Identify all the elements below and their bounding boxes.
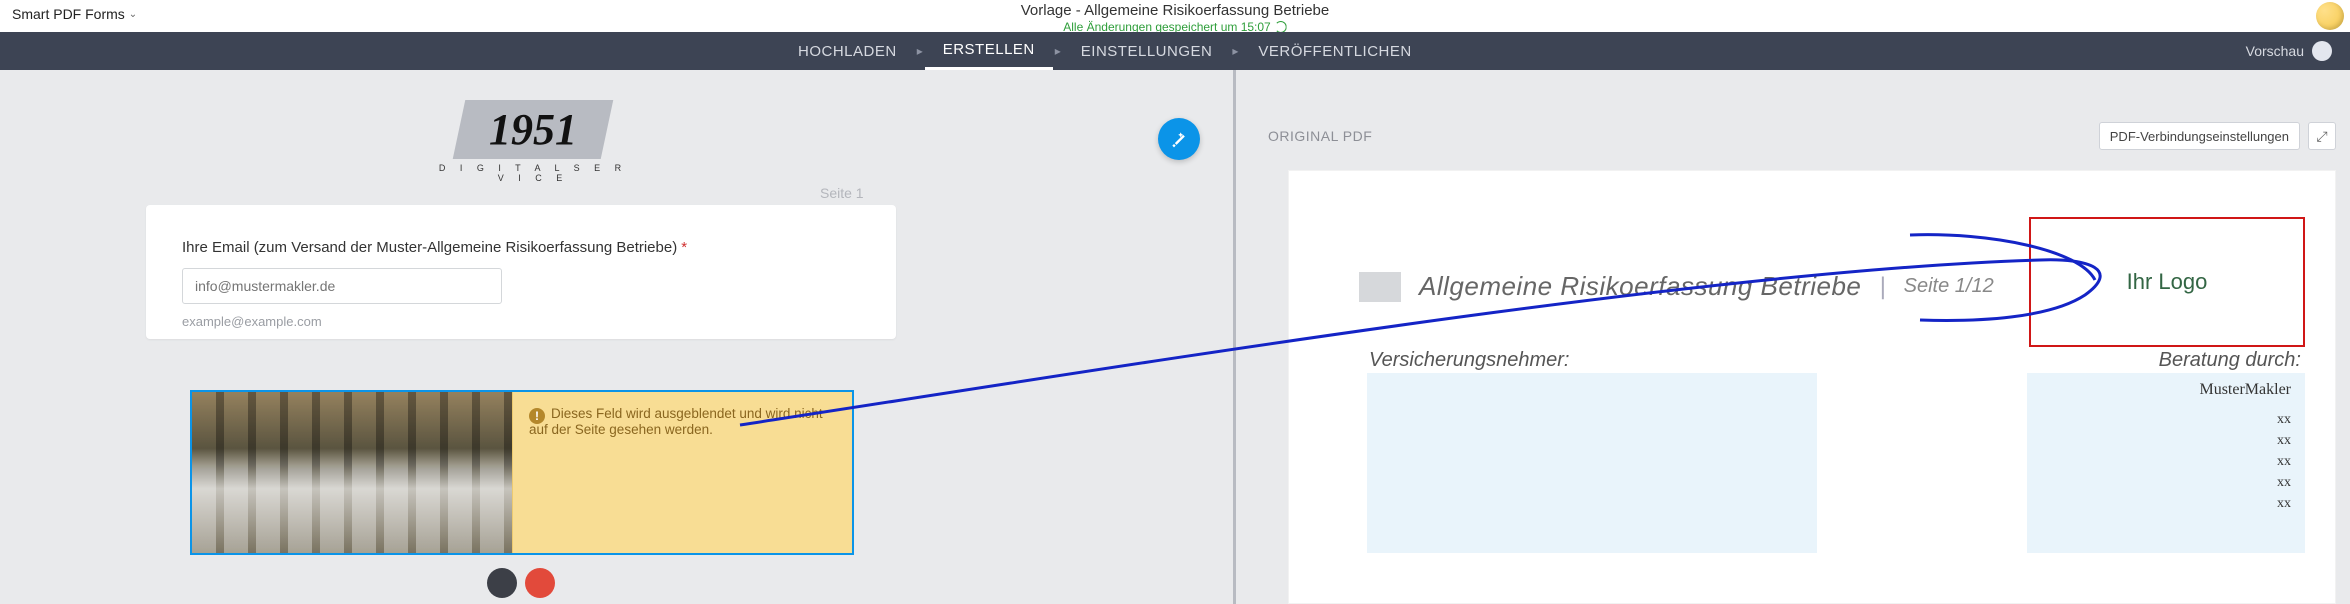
original-pdf-pane: ORIGINAL PDF PDF-Verbindungseinstellunge… (1236, 70, 2350, 604)
expand-icon: ⤢ (2316, 128, 2327, 145)
field-action-buttons (487, 568, 555, 598)
pdf-title-row: Allgemeine Risikoerfassung Betriebe | Se… (1359, 271, 1994, 302)
top-header: Smart PDF Forms ⌄ Vorlage - Allgemeine R… (0, 0, 2350, 32)
email-field-label: Ihre Email (zum Versand der Muster-Allge… (182, 239, 860, 256)
expand-button[interactable]: ⤢ (2308, 122, 2336, 150)
step-nav: HOCHLADEN ▸ ERSTELLEN ▸ EINSTELLUNGEN ▸ … (0, 32, 2350, 70)
required-star-icon: * (681, 239, 687, 256)
beratung-line: xx (2041, 493, 2291, 514)
document-title: Vorlage - Allgemeine Risikoerfassung Bet… (1021, 2, 1330, 19)
hidden-field-block[interactable]: !Dieses Feld wird ausgeblendet und wird … (190, 390, 854, 555)
logo-upload-box[interactable]: Ihr Logo (2029, 217, 2305, 347)
account-avatar[interactable] (2316, 2, 2344, 30)
versicherungsnehmer-box[interactable] (1367, 373, 1817, 553)
trucks-image (192, 392, 512, 553)
form-editor-pane: 1951 D I G I T A L S E R V I C E Seite 1… (0, 70, 1236, 604)
form-card: Ihre Email (zum Versand der Muster-Allge… (146, 205, 896, 339)
step-einstellungen[interactable]: EINSTELLUNGEN (1063, 32, 1231, 70)
chevron-right-icon: ▸ (1053, 44, 1063, 58)
toggle-icon (2312, 41, 2332, 61)
delete-circle-button[interactable] (525, 568, 555, 598)
warning-icon: ! (529, 408, 545, 424)
chevron-right-icon: ▸ (1230, 44, 1240, 58)
beratung-name: MusterMakler (2041, 381, 2291, 399)
pdf-connection-settings-button[interactable]: PDF-Verbindungseinstellungen (2099, 122, 2300, 150)
original-pdf-header: ORIGINAL PDF (1268, 128, 1372, 144)
chevron-down-icon: ⌄ (129, 9, 137, 20)
versicherungsnehmer-label: Versicherungsnehmer: (1369, 349, 1569, 372)
magic-wand-button[interactable] (1158, 118, 1200, 160)
beratung-line: xx (2041, 472, 2291, 493)
beratung-line: xx (2041, 451, 2291, 472)
brand-label: Smart PDF Forms (12, 6, 125, 22)
settings-circle-button[interactable] (487, 568, 517, 598)
hidden-warning: !Dieses Feld wird ausgeblendet und wird … (512, 392, 852, 553)
beratung-box[interactable]: MusterMakler xx xx xx xx xx (2027, 373, 2305, 553)
beratung-line: xx (2041, 430, 2291, 451)
form-page-number: Seite 1 (820, 185, 864, 201)
step-hochladen[interactable]: HOCHLADEN (780, 32, 915, 70)
logo-placeholder-square (1359, 272, 1401, 302)
preview-toggle[interactable]: Vorschau (2246, 32, 2332, 70)
form-logo: 1951 D I G I T A L S E R V I C E (430, 100, 636, 183)
document-title-block: Vorlage - Allgemeine Risikoerfassung Bet… (1021, 2, 1330, 34)
main-split: 1951 D I G I T A L S E R V I C E Seite 1… (0, 70, 2350, 604)
beratung-label: Beratung durch: (2159, 349, 2301, 372)
email-field-hint: example@example.com (182, 314, 860, 329)
pdf-sheet: Allgemeine Risikoerfassung Betriebe | Se… (1288, 170, 2336, 604)
step-veroeffentlichen[interactable]: VERÖFFENTLICHEN (1240, 32, 1429, 70)
divider-icon: | (1879, 273, 1885, 301)
brand-dropdown[interactable]: Smart PDF Forms ⌄ (12, 6, 137, 22)
email-input[interactable] (182, 268, 502, 304)
beratung-line: xx (2041, 409, 2291, 430)
chevron-right-icon: ▸ (915, 44, 925, 58)
magic-wand-icon (1169, 129, 1189, 149)
step-erstellen[interactable]: ERSTELLEN (925, 32, 1053, 70)
